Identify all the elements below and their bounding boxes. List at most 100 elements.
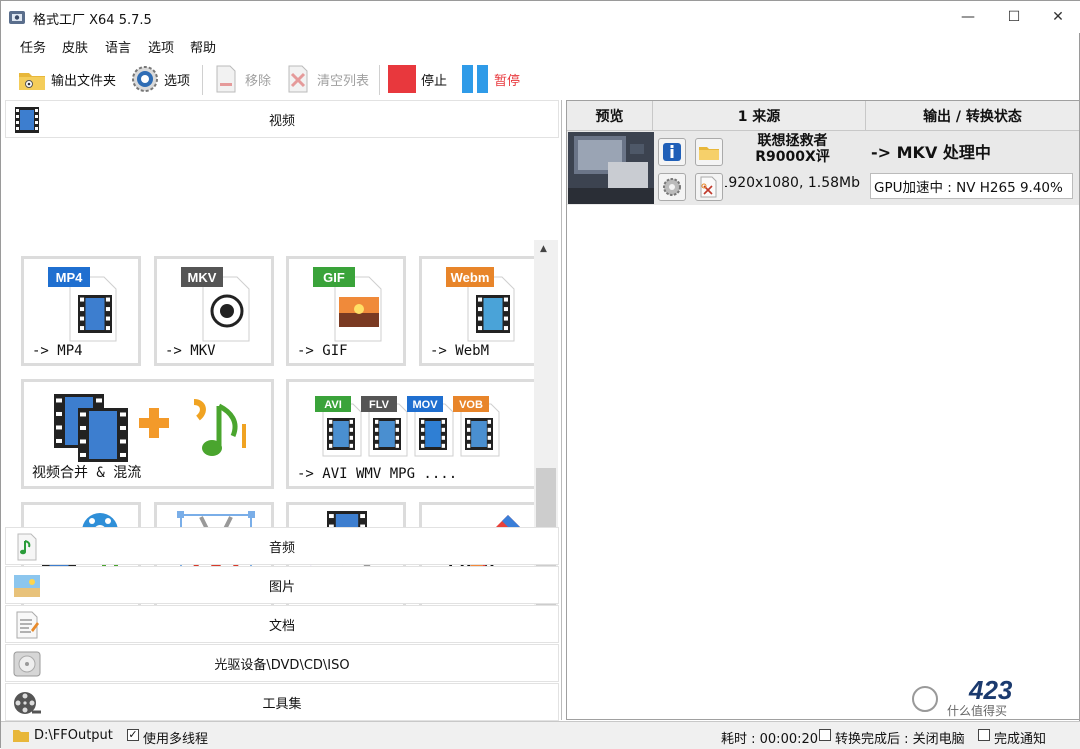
toolbar-separator [379,65,380,95]
edit-clip-icon [700,176,717,198]
toolbar-separator [202,65,203,95]
tile-to-gif[interactable]: GIF -> GIF [286,256,406,366]
column-preview[interactable]: 预览 [567,101,653,131]
open-folder-button[interactable] [695,138,723,166]
output-status: -> MKV 处理中 [871,143,991,162]
mp4-file-icon: MP4 [48,267,117,342]
after-done-checkbox[interactable] [819,729,831,741]
film-reel-icon [14,692,41,714]
category-video[interactable]: 视频 [5,100,559,138]
document-icon [16,611,39,639]
toolbar: 输出文件夹 选项 移除 清空列表 停止 暂停 [1,59,1080,99]
tile-to-mp4-label: -> MP4 [32,343,83,359]
output-path[interactable]: D:\FFOutput [34,728,113,743]
disc-drive-icon [13,651,41,677]
multithread-checkbox[interactable]: ✓ [127,729,139,741]
app-logo-icon [9,11,25,24]
tile-video-merge[interactable]: 视频合并 & 混流 [21,379,274,489]
vob-badge: VOB [459,399,483,411]
watermark-brand: 423 [968,675,1013,705]
category-audio[interactable]: 音频 [5,527,559,565]
watermark-logo: 423 什么值得买 [912,675,1013,717]
gif-file-icon: GIF [313,267,382,342]
output-folder-button[interactable]: 输出文件夹 [17,63,116,95]
task-list-panel: 预览 1 来源 输出 / 转换状态 联想拯救者 R9000X评 1920x108… [566,100,1080,720]
watermark-site: 什么值得买 [947,703,1007,717]
pause-label: 暂停 [494,73,521,89]
status-bar: D:\FFOutput ✓ 使用多线程 耗时 : 00:00:20 转换完成后 … [1,721,1080,749]
category-image[interactable]: 图片 [5,566,559,604]
gif-badge: GIF [323,270,345,285]
picture-icon [14,575,40,597]
clear-list-button[interactable]: 清空列表 [283,63,369,95]
remove-file-icon [216,65,236,93]
clear-list-label: 清空列表 [317,73,370,89]
webm-file-icon: Webm [446,267,515,342]
stop-label: 停止 [421,73,448,89]
column-source[interactable]: 1 来源 [653,101,866,131]
tile-to-avi-wmv-mpg[interactable]: AVI FLV MOV VOB -> AVI WMV MPG .... [286,379,539,489]
edit-clip-button[interactable] [695,173,723,201]
menu-task[interactable]: 任务 [20,37,46,56]
webm-badge: Webm [451,270,490,285]
multithread-label: 使用多线程 [143,732,209,747]
merge-icon [54,394,246,462]
remove-button[interactable]: 移除 [211,63,271,95]
options-label: 选项 [164,73,191,89]
tile-to-webm-label: -> WebM [430,343,490,359]
category-audio-label: 音频 [268,540,295,556]
stop-button[interactable]: 停止 [387,63,447,95]
film-icon [15,107,39,133]
menu-language[interactable]: 语言 [105,37,131,56]
category-image-label: 图片 [268,579,295,595]
after-done-label: 转换完成后 : 关闭电脑 [835,732,965,747]
maximize-button[interactable]: ☐ [991,1,1037,33]
info-icon [663,143,681,161]
scroll-up-arrow-icon[interactable]: ▲ [540,244,547,254]
title-bar: 格式工厂 X64 5.7.5 — ☐ ✕ [1,1,1080,33]
tile-to-webm[interactable]: Webm -> WebM [419,256,539,366]
folder-icon [13,730,29,742]
music-note-icon [17,533,37,561]
pause-button[interactable]: 暂停 [460,63,520,95]
menu-bar: 任务 皮肤 语言 选项 帮助 [1,33,1080,57]
gear-icon [132,66,158,92]
tile-video-merge-label: 视频合并 & 混流 [32,465,142,481]
menu-skin[interactable]: 皮肤 [62,37,88,56]
source-info-text: 1920x1080, 1.58Mb [725,175,860,191]
source-filename: 联想拯救者 R9000X评 [755,133,830,165]
category-tools[interactable]: 工具集 [5,683,559,721]
multi-format-icon: AVI FLV MOV VOB [315,396,500,457]
task-settings-button[interactable] [658,173,686,201]
folder-icon [19,73,45,90]
category-document-label: 文档 [268,618,295,634]
options-button[interactable]: 选项 [130,63,190,95]
folder-icon [699,147,719,160]
remove-label: 移除 [245,73,272,89]
notify-label: 完成通知 [994,732,1047,747]
tile-to-avi-wmv-mpg-label: -> AVI WMV MPG .... [297,466,458,482]
video-preview-thumbnail [568,132,654,204]
notify-checkbox[interactable] [978,729,990,741]
category-rom-label: 光驱设备\DVD\CD\ISO [214,657,350,673]
mp4-badge: MP4 [56,270,84,285]
tile-to-mp4[interactable]: MP4 -> MP4 [21,256,141,366]
task-row[interactable]: 联想拯救者 R9000X评 1920x1080, 1.58Mb -> MKV 处… [567,131,1079,205]
elapsed-time: 耗时 : 00:00:20 [721,732,819,747]
category-rom-device[interactable]: 光驱设备\DVD\CD\ISO [5,644,559,682]
source-info: 1920x1080, 1.58Mb [725,175,860,195]
category-document[interactable]: 文档 [5,605,559,643]
progress-status: GPU加速中 : NV H265 9.40% [870,173,1073,199]
info-button[interactable] [658,138,686,166]
tile-to-gif-label: -> GIF [297,343,348,359]
menu-options[interactable]: 选项 [148,37,174,56]
clear-list-icon [288,65,308,93]
column-output[interactable]: 输出 / 转换状态 [866,101,1079,131]
close-button[interactable]: ✕ [1035,1,1080,33]
function-panel: 视频 MP4 -> MP4 MKV -> MKV GIF -> GIF Webm -> … [1,100,562,721]
menu-help[interactable]: 帮助 [190,37,216,56]
minimize-button[interactable]: — [945,1,991,33]
flv-badge: FLV [369,399,390,411]
tile-to-mkv[interactable]: MKV -> MKV [154,256,274,366]
mkv-file-icon: MKV [181,267,250,342]
